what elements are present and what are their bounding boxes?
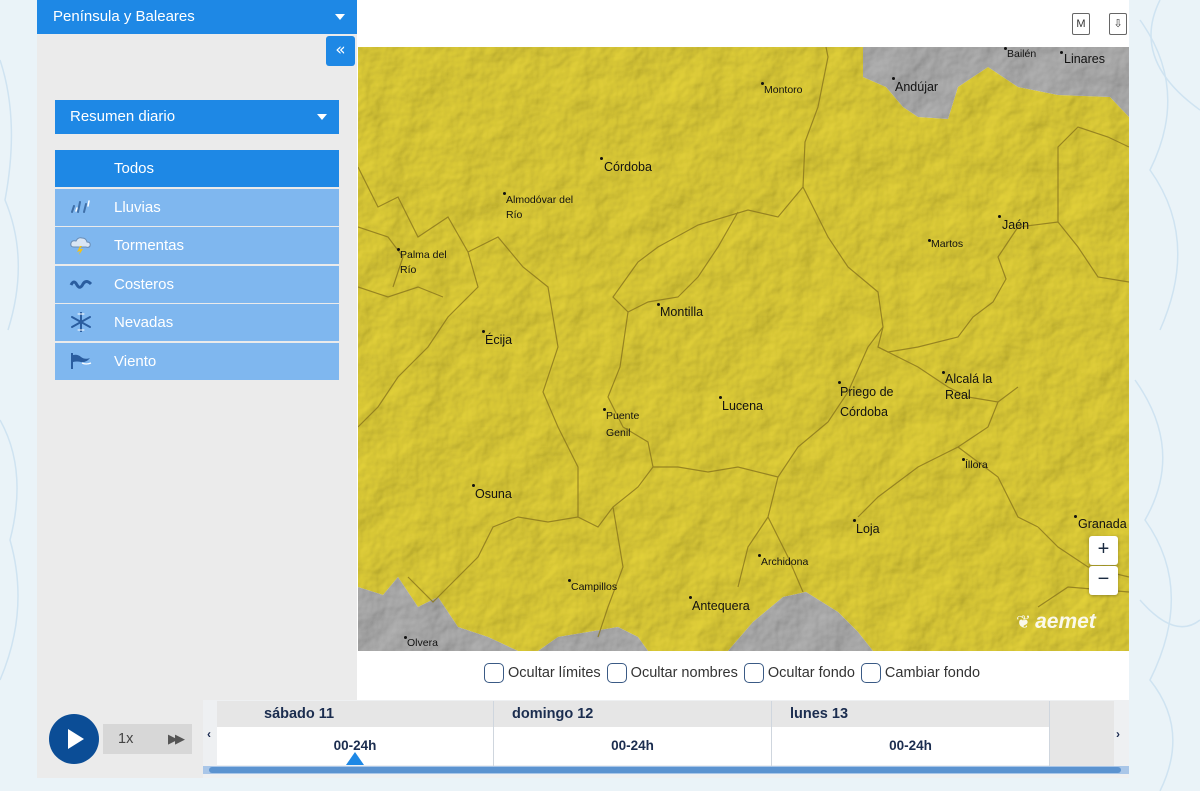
timeline-scroll-thumb[interactable] [209, 767, 1121, 773]
option-hide-background[interactable]: Ocultar fondo [743, 663, 855, 683]
summary-select[interactable]: Resumen diario [55, 100, 339, 134]
time-slot[interactable]: 00-24h [772, 727, 1049, 765]
filter-label: Viento [114, 352, 157, 370]
snowflake-icon [71, 312, 91, 332]
city-label: Alcalá la Real [945, 372, 993, 402]
city-label: Martos [931, 238, 964, 250]
city-label: Archidona [761, 556, 809, 568]
timeline-spacer [1050, 701, 1114, 766]
download-icon: ⇩ [1113, 18, 1123, 30]
filter-label: Lluvias [114, 198, 161, 216]
filter-nevadas[interactable]: Nevadas [55, 304, 339, 341]
region-select[interactable]: Península y Baleares [37, 0, 357, 34]
filter-label: Nevadas [114, 314, 174, 331]
zoom-in-button[interactable]: + [1089, 536, 1118, 565]
city-label: Palma del Río [400, 249, 447, 276]
logo-text: aemet [1035, 610, 1096, 633]
city-label: Córdoba [604, 160, 652, 174]
warning-map[interactable]: Bailén Linares Montoro Andújar Córdoba A… [358, 47, 1129, 651]
filter-tormentas[interactable]: Tormentas [55, 227, 339, 264]
option-label: Ocultar límites [508, 665, 601, 681]
city-label: Bailén [1007, 48, 1037, 60]
city-label: Íllora [965, 459, 988, 471]
wind-icon [71, 352, 92, 369]
day-header: domingo 12 [494, 701, 771, 727]
city-label: Granada [1078, 517, 1127, 531]
checkbox[interactable] [484, 663, 504, 683]
map-view-button[interactable]: M [1072, 13, 1090, 35]
city-label: Andújar [895, 80, 939, 94]
current-time-marker[interactable] [346, 752, 364, 765]
option-hide-names[interactable]: Ocultar nombres [606, 663, 738, 683]
chevron-down-icon [335, 14, 345, 20]
option-label: Ocultar nombres [630, 665, 738, 681]
zoom-out-button[interactable]: − [1089, 566, 1118, 595]
map-canvas [358, 47, 1129, 651]
city-label: Puente Genil [606, 410, 640, 439]
play-icon [68, 729, 84, 749]
city-label: Jaén [1002, 218, 1030, 232]
filter-costeros[interactable]: Costeros [55, 265, 339, 303]
filter-label: Costeros [114, 275, 175, 293]
region-select-label: Península y Baleares [53, 8, 195, 25]
day-header: lunes 13 [772, 701, 1049, 727]
city-label: Écija [485, 333, 513, 347]
timeline-prev-button[interactable]: ‹ [207, 727, 211, 741]
summary-select-label: Resumen diario [70, 108, 176, 125]
city-label: Priego de Córdoba [840, 385, 894, 419]
city-label: Linares [1064, 52, 1105, 66]
city-label: Loja [856, 522, 880, 536]
option-change-background[interactable]: Cambiar fondo [860, 663, 981, 683]
collapse-sidebar-button[interactable]: « [326, 36, 355, 66]
warning-area-yellow [358, 47, 1129, 651]
timeline-next-button[interactable]: › [1116, 727, 1120, 741]
chevron-down-icon [317, 114, 327, 120]
city-label: Antequera [692, 599, 750, 613]
option-label: Cambiar fondo [884, 665, 981, 681]
coastal-waves-icon [69, 279, 93, 289]
city-label: Campillos [571, 581, 618, 593]
filter-label: Tormentas [114, 237, 185, 254]
option-hide-boundaries[interactable]: Ocultar límites [484, 663, 601, 683]
storm-icon [70, 237, 91, 255]
filter-viento[interactable]: Viento [55, 342, 339, 380]
city-label: Olvera [407, 637, 438, 649]
aemet-logo-icon: ❦ [1016, 612, 1032, 632]
city-label: Montilla [660, 305, 704, 319]
checkbox[interactable] [860, 663, 881, 683]
rain-icon [71, 199, 90, 213]
speed-label: 1x [118, 731, 134, 747]
download-button[interactable]: ⇩ [1109, 13, 1127, 35]
timeline-day[interactable]: lunes 13 00-24h [772, 701, 1050, 766]
day-header: sábado 11 [217, 701, 493, 727]
filter-label: Todos [114, 160, 155, 177]
city-label: Montoro [764, 84, 803, 96]
phenomenon-filter-list: Todos Lluvias Tormentas Costeros Nevadas [55, 150, 339, 381]
timeline-day[interactable]: domingo 12 00-24h [494, 701, 772, 766]
option-label: Ocultar fondo [767, 665, 855, 681]
checkbox[interactable] [743, 663, 764, 683]
map-options: Ocultar límites Ocultar nombres Ocultar … [484, 662, 986, 684]
time-slot[interactable]: 00-24h [494, 727, 771, 765]
checkbox[interactable] [606, 663, 627, 683]
city-label: Almodóvar del Río [506, 194, 574, 221]
fast-forward-icon[interactable]: ▶▶ [168, 724, 185, 754]
aemet-logo: ❦ aemet [1016, 610, 1096, 634]
filter-lluvias[interactable]: Lluvias [55, 188, 339, 226]
city-label: Osuna [475, 487, 512, 501]
filter-todos[interactable]: Todos [55, 150, 339, 187]
city-label: Lucena [722, 399, 764, 413]
